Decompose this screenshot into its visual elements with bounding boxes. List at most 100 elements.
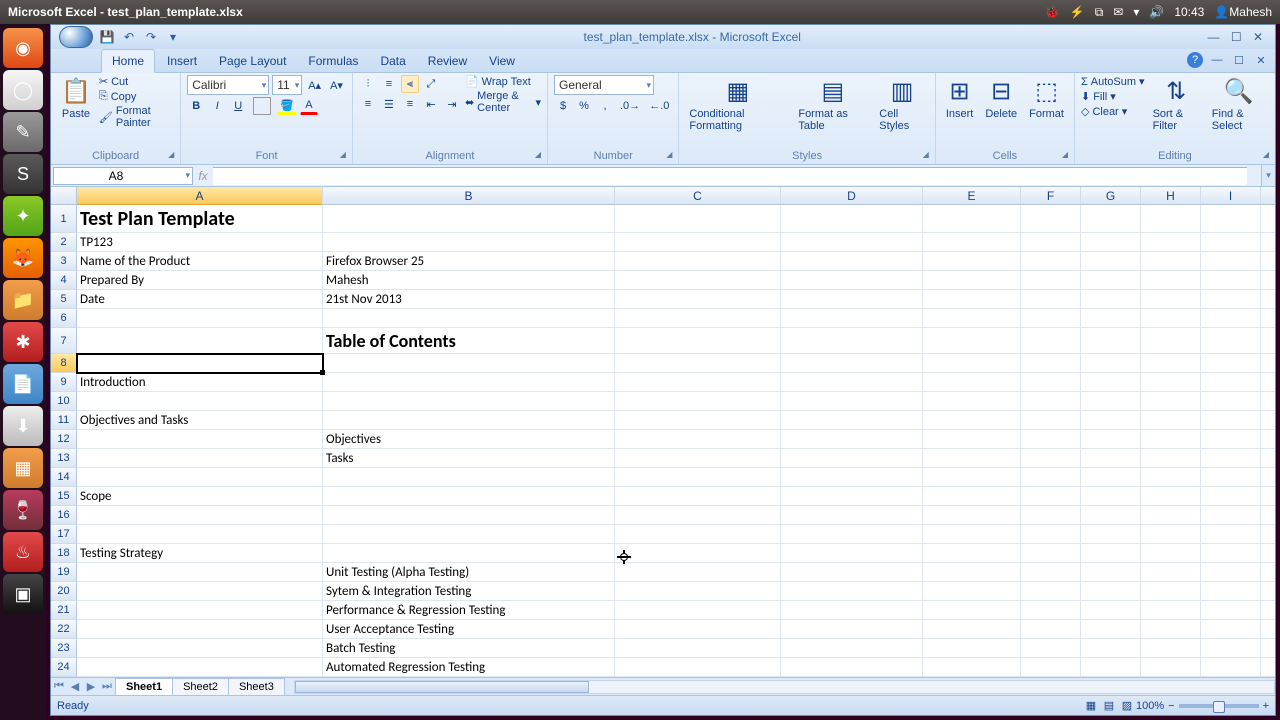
cell-A13[interactable]	[77, 449, 323, 468]
clock[interactable]: 10:43	[1174, 5, 1204, 19]
cell-D14[interactable]	[781, 468, 923, 487]
select-all-corner[interactable]	[51, 187, 77, 205]
cell-H3[interactable]	[1141, 252, 1201, 271]
cell-E12[interactable]	[923, 430, 1021, 449]
row-24[interactable]: 24Automated Regression Testing	[51, 658, 1275, 677]
cell-A18[interactable]: Testing Strategy	[77, 544, 323, 563]
row-header-9[interactable]: 9	[51, 373, 77, 392]
row-header-11[interactable]: 11	[51, 411, 77, 430]
sort-filter-button[interactable]: ⇅Sort & Filter	[1149, 75, 1204, 134]
cell-A10[interactable]	[77, 392, 323, 411]
cell-A12[interactable]	[77, 430, 323, 449]
cell-H2[interactable]	[1141, 233, 1201, 252]
cell-E17[interactable]	[923, 525, 1021, 544]
row-header-15[interactable]: 15	[51, 487, 77, 506]
cell-C13[interactable]	[615, 449, 781, 468]
row-7[interactable]: 7Table of Contents	[51, 328, 1275, 354]
cell-H23[interactable]	[1141, 639, 1201, 658]
cell-J21[interactable]	[1261, 601, 1275, 620]
row-6[interactable]: 6	[51, 309, 1275, 328]
row-header-4[interactable]: 4	[51, 271, 77, 290]
cell-I16[interactable]	[1201, 506, 1261, 525]
cell-C5[interactable]	[615, 290, 781, 309]
cell-D10[interactable]	[781, 392, 923, 411]
cell-H12[interactable]	[1141, 430, 1201, 449]
cell-E5[interactable]	[923, 290, 1021, 309]
cell-A14[interactable]	[77, 468, 323, 487]
cell-G17[interactable]	[1081, 525, 1141, 544]
cell-I3[interactable]	[1201, 252, 1261, 271]
paste-button[interactable]: 📋Paste	[57, 75, 95, 122]
cell-D23[interactable]	[781, 639, 923, 658]
align-left-icon[interactable]: ≡	[359, 95, 377, 113]
cell-D19[interactable]	[781, 563, 923, 582]
app-icon-3[interactable]: ♨	[3, 532, 43, 572]
cell-A1[interactable]: Test Plan Template	[77, 205, 323, 233]
cell-F10[interactable]	[1021, 392, 1081, 411]
cell-J17[interactable]	[1261, 525, 1275, 544]
merge-center-button[interactable]: ⬌ Merge & Center ▾	[465, 90, 541, 114]
cell-G2[interactable]	[1081, 233, 1141, 252]
font-name-select[interactable]: Calibri	[187, 75, 269, 95]
cell-D24[interactable]	[781, 658, 923, 677]
zoom-control[interactable]: 100% − +	[1136, 700, 1269, 712]
cut-button[interactable]: ✂ Cut	[99, 75, 174, 88]
cell-C7[interactable]	[615, 328, 781, 354]
cell-J1[interactable]	[1261, 205, 1275, 233]
cell-H11[interactable]	[1141, 411, 1201, 430]
cell-B3[interactable]: Firefox Browser 25	[323, 252, 615, 271]
cell-H7[interactable]	[1141, 328, 1201, 354]
help-icon[interactable]: ?	[1187, 52, 1203, 68]
mdi-minimize-icon[interactable]: —	[1209, 52, 1225, 68]
row-23[interactable]: 23Batch Testing	[51, 639, 1275, 658]
chrome-icon[interactable]: ◯	[3, 70, 43, 110]
row-header-5[interactable]: 5	[51, 290, 77, 309]
indent-increase-icon[interactable]: ⇥	[443, 95, 461, 113]
cell-H16[interactable]	[1141, 506, 1201, 525]
cell-E13[interactable]	[923, 449, 1021, 468]
cell-G18[interactable]	[1081, 544, 1141, 563]
cell-A16[interactable]	[77, 506, 323, 525]
cell-F22[interactable]	[1021, 620, 1081, 639]
font-size-select[interactable]: 11	[272, 75, 302, 95]
cell-F14[interactable]	[1021, 468, 1081, 487]
cell-I17[interactable]	[1201, 525, 1261, 544]
tab-view[interactable]: View	[479, 50, 525, 72]
cell-F1[interactable]	[1021, 205, 1081, 233]
cell-H9[interactable]	[1141, 373, 1201, 392]
cell-D22[interactable]	[781, 620, 923, 639]
cell-C10[interactable]	[615, 392, 781, 411]
cell-C1[interactable]	[615, 205, 781, 233]
row-header-14[interactable]: 14	[51, 468, 77, 487]
tab-insert[interactable]: Insert	[157, 50, 207, 72]
row-header-1[interactable]: 1	[51, 205, 77, 233]
maximize-button[interactable]: ☐	[1227, 30, 1246, 44]
cell-J6[interactable]	[1261, 309, 1275, 328]
cell-J5[interactable]	[1261, 290, 1275, 309]
cell-styles-button[interactable]: ▥Cell Styles	[875, 75, 929, 134]
cell-H18[interactable]	[1141, 544, 1201, 563]
copy-button[interactable]: ⎘ Copy	[99, 90, 174, 103]
orientation-icon[interactable]: ⤢	[422, 75, 440, 93]
cell-F7[interactable]	[1021, 328, 1081, 354]
cell-A7[interactable]	[77, 328, 323, 354]
shrink-font-icon[interactable]: A▾	[327, 76, 346, 94]
italic-button[interactable]: I	[208, 97, 226, 115]
cell-J24[interactable]	[1261, 658, 1275, 677]
row-header-17[interactable]: 17	[51, 525, 77, 544]
cell-A20[interactable]	[77, 582, 323, 601]
insert-button[interactable]: ⊞Insert	[942, 75, 978, 122]
row-20[interactable]: 20Sytem & Integration Testing	[51, 582, 1275, 601]
cell-G12[interactable]	[1081, 430, 1141, 449]
row-21[interactable]: 21Performance & Regression Testing	[51, 601, 1275, 620]
row-17[interactable]: 17	[51, 525, 1275, 544]
redo-icon[interactable]: ↷	[143, 29, 159, 45]
cell-H22[interactable]	[1141, 620, 1201, 639]
cell-J9[interactable]	[1261, 373, 1275, 392]
col-header-D[interactable]: D	[781, 187, 923, 205]
view-layout-icon[interactable]: ▤	[1100, 697, 1118, 715]
office-button[interactable]	[59, 26, 93, 48]
cell-J22[interactable]	[1261, 620, 1275, 639]
align-middle-icon[interactable]: ≡	[380, 75, 398, 93]
cell-B4[interactable]: Mahesh	[323, 271, 615, 290]
